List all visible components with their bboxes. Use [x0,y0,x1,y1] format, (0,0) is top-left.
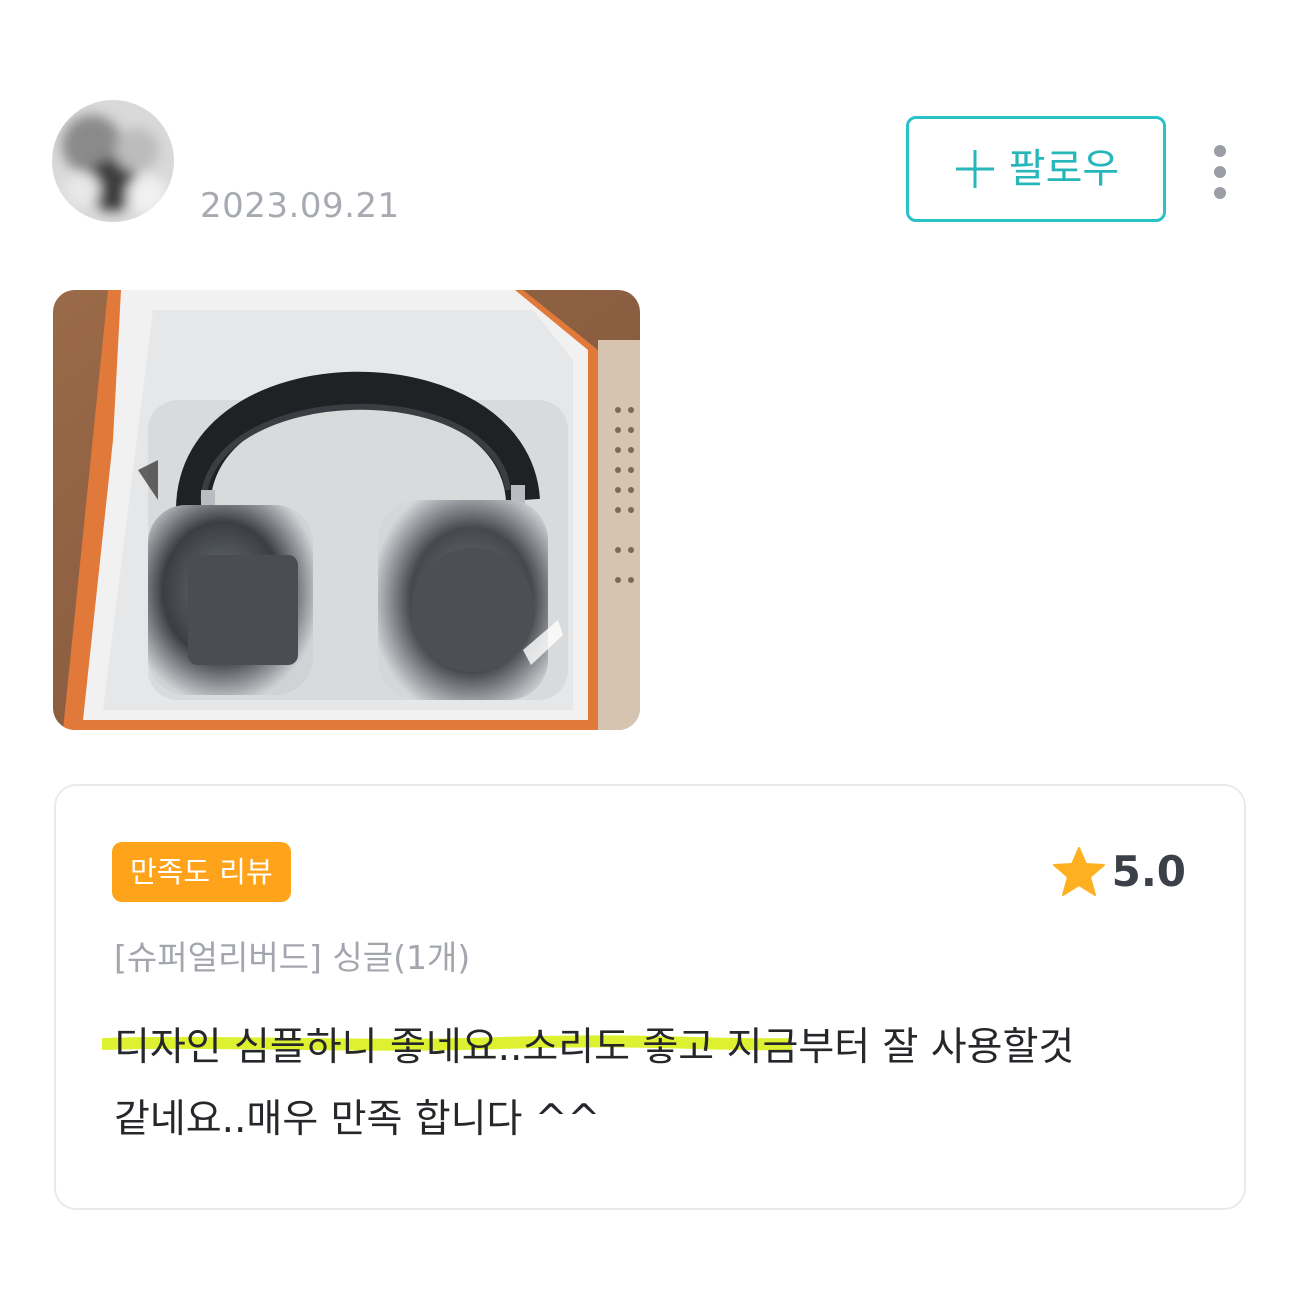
review-text-line-2: 같네요..매우 만족 합니다 ^^ [114,1097,601,1142]
satisfaction-review-badge: 만족도 리뷰 [112,842,291,902]
star-icon [1052,846,1106,898]
review-text-line-1: 디자인 심플하니 좋네요..소리도 좋고 지금부터 잘 사용할것 [114,1025,1075,1070]
rating-value: 5.0 [1111,847,1186,896]
review-text: 디자인 심플하니 좋네요..소리도 좋고 지금부터 잘 사용할것 같네요..매우… [114,1012,1204,1156]
review-date: 2023.09.21 [200,186,400,226]
more-options-button[interactable] [1196,140,1244,208]
follow-button[interactable]: 팔로우 [906,116,1166,222]
review-card: 만족도 리뷰 5.0 [슈퍼얼리버드] 싱글(1개) 디자인 심플하니 좋네요.… [54,784,1246,1210]
plus-icon [953,147,997,191]
product-option: [슈퍼얼리버드] 싱글(1개) [114,938,471,977]
kebab-menu-icon [1213,144,1227,204]
review-photo[interactable] [53,290,640,730]
avatar[interactable] [52,100,174,222]
follow-label: 팔로우 [1008,146,1120,192]
rating: 5.0 [1052,842,1186,902]
